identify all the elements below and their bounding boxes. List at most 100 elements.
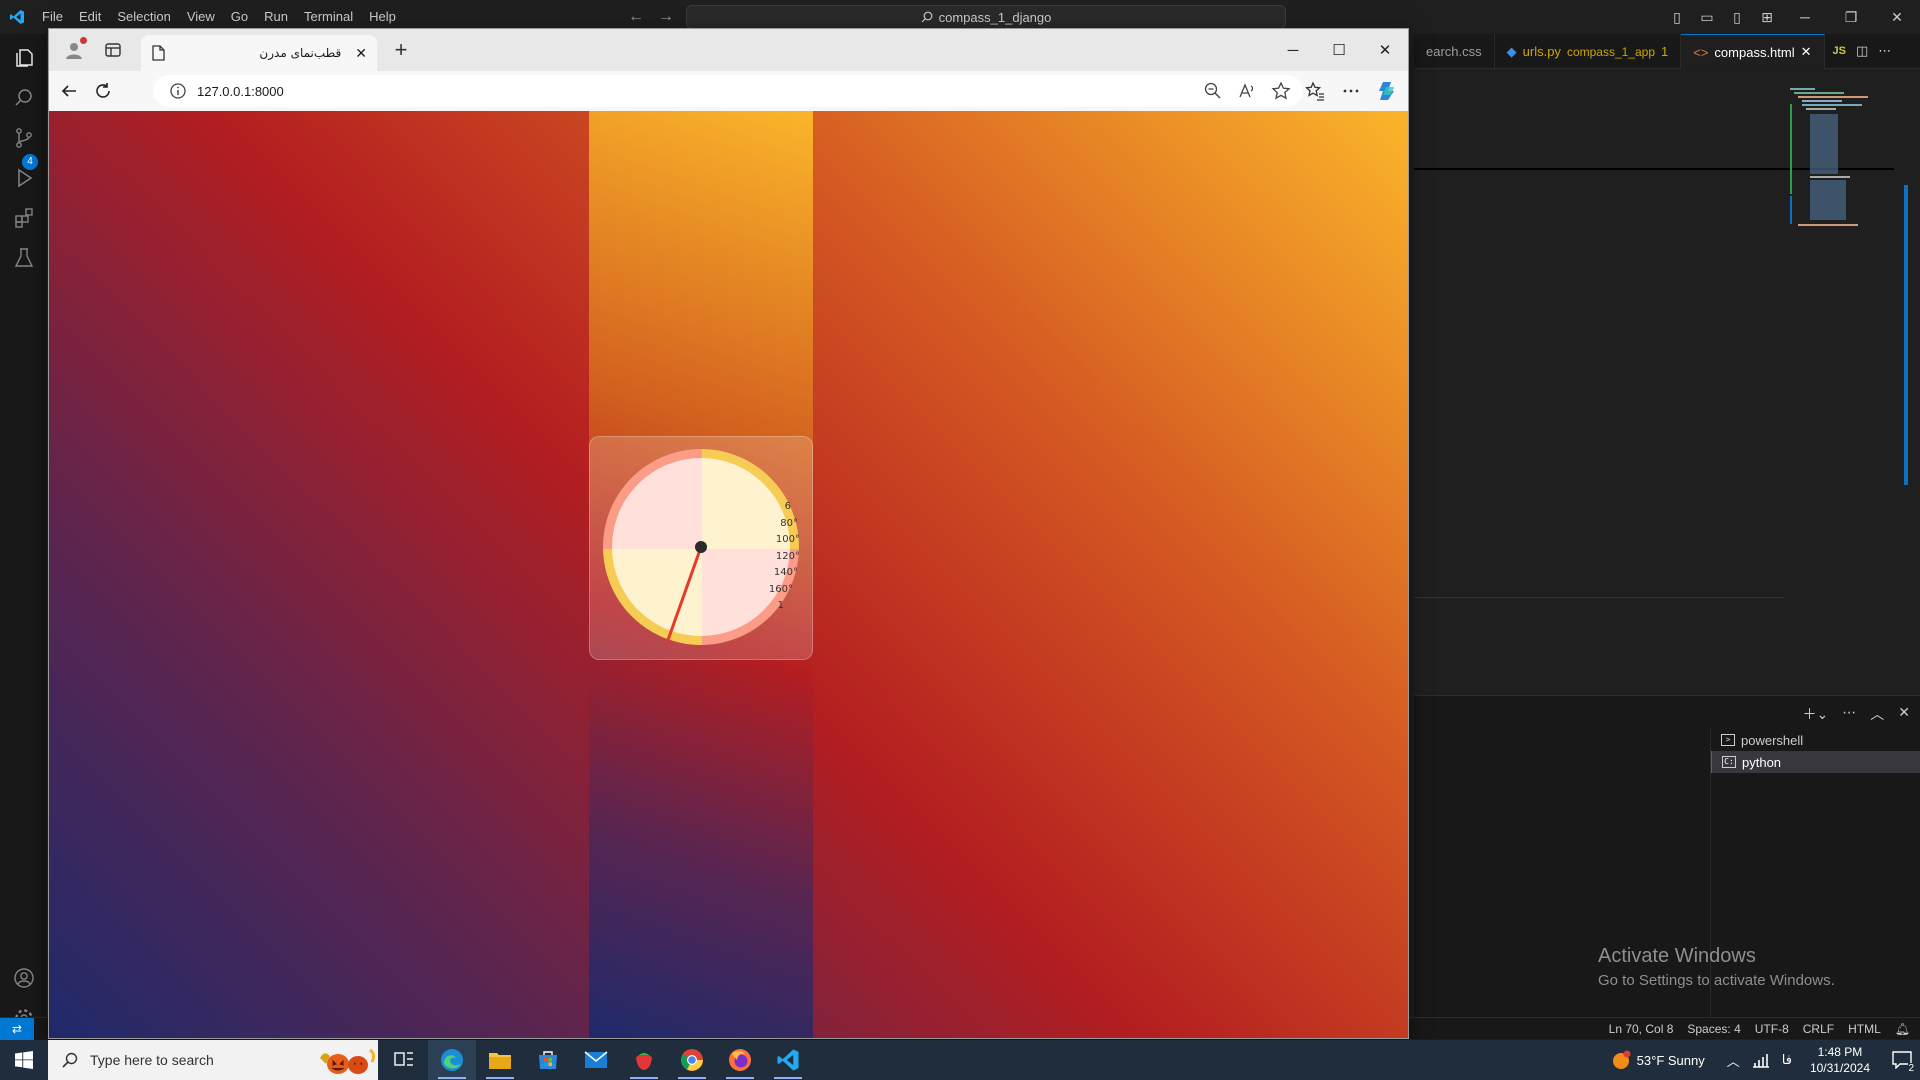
tab-compass-html[interactable]: <> compass.html ✕ — [1681, 34, 1825, 69]
taskbar-search[interactable]: Type here to search — [48, 1040, 378, 1080]
chrome-icon[interactable] — [668, 1040, 716, 1080]
restore-button[interactable]: ❐ — [1828, 9, 1874, 26]
mail-icon[interactable] — [572, 1040, 620, 1080]
minimize-button[interactable]: ─ — [1270, 29, 1316, 71]
more-options-icon[interactable] — [1340, 80, 1362, 102]
status-encoding[interactable]: UTF-8 — [1755, 1022, 1789, 1036]
task-view-icon[interactable] — [380, 1040, 428, 1080]
show-hidden-icons[interactable]: ︿ — [1727, 1051, 1740, 1070]
strawberry-app-icon[interactable] — [620, 1040, 668, 1080]
toggle-panel-icon[interactable]: ▭ — [1692, 9, 1722, 26]
browser-window: قطب‌نمای مدرن ✕ + ─ ☐ ✕ 127.0.0.1:8000 — [48, 28, 1409, 1039]
tab-label: earch.css — [1426, 44, 1482, 59]
more-actions-icon[interactable]: ⋯ — [1878, 43, 1891, 59]
customize-layout-icon[interactable]: ⊞ — [1752, 9, 1782, 26]
copilot-icon[interactable] — [1376, 79, 1400, 103]
status-items: Ln 70, Col 8 Spaces: 4 UTF-8 CRLF HTML 🔔… — [1609, 1018, 1910, 1040]
site-info-icon[interactable] — [169, 82, 187, 100]
command-center[interactable]: compass_1_django — [686, 5, 1286, 29]
notifications-bell-icon[interactable]: 🔔︎ — [1895, 1022, 1910, 1036]
address-bar[interactable]: 127.0.0.1:8000 — [153, 75, 1303, 107]
overview-ruler[interactable] — [1904, 185, 1908, 485]
start-button[interactable] — [0, 1040, 48, 1080]
editor-tabs: earch.css ◆ urls.py compass_1_app 1 <> c… — [1414, 34, 1920, 69]
profile-avatar-icon[interactable] — [63, 37, 87, 61]
close-window-button[interactable]: ✕ — [1362, 29, 1408, 71]
maximize-panel-icon[interactable]: ︿ — [1870, 704, 1884, 724]
forward-arrow-icon[interactable]: → — [658, 8, 674, 26]
extensions-icon[interactable] — [10, 204, 38, 232]
input-language[interactable]: فا — [1782, 1052, 1792, 1068]
firefox-icon[interactable] — [716, 1040, 764, 1080]
terminal-icon: > — [1721, 734, 1735, 746]
status-indentation[interactable]: Spaces: 4 — [1687, 1022, 1740, 1036]
minimap[interactable] — [1790, 88, 1880, 238]
titlebar-controls: ▯ ▭ ▯ ⊞ ─ ❐ ✕ — [1662, 0, 1920, 34]
source-control-icon[interactable] — [10, 124, 38, 152]
tab-label: compass.html — [1714, 44, 1795, 60]
read-aloud-icon[interactable] — [1237, 81, 1257, 101]
split-editor-icon[interactable]: ◫ — [1856, 43, 1868, 59]
url-text: 127.0.0.1:8000 — [197, 83, 284, 99]
vscode-app-icon[interactable] — [764, 1040, 812, 1080]
activate-subtitle: Go to Settings to activate Windows. — [1598, 972, 1835, 989]
profile-notification-dot — [80, 37, 87, 44]
toggle-primary-sidebar-icon[interactable]: ▯ — [1662, 9, 1692, 26]
close-tab-icon[interactable]: ✕ — [355, 45, 367, 62]
status-cursor-position[interactable]: Ln 70, Col 8 — [1609, 1022, 1674, 1036]
compass-degree-label: 160° — [769, 584, 793, 595]
clock-date: 10/31/2024 — [1809, 1061, 1870, 1075]
terminal-label: python — [1742, 754, 1782, 770]
tab-search-css[interactable]: earch.css — [1414, 34, 1495, 69]
refresh-button[interactable] — [91, 79, 115, 103]
notification-center-icon[interactable]: 2 — [1884, 1040, 1920, 1080]
tab-actions-icon[interactable] — [103, 40, 123, 60]
weather-widget[interactable]: 53°F Sunny — [1611, 1050, 1705, 1070]
close-panel-icon[interactable]: ✕ — [1898, 704, 1910, 724]
clock[interactable]: 1:48 PM 10/31/2024 — [1810, 1044, 1870, 1076]
search-icon[interactable] — [10, 84, 38, 112]
notification-count: 2 — [1908, 1063, 1914, 1074]
windows-taskbar: Type here to search 53°F Sunny ︿ فا 1:48… — [0, 1040, 1920, 1080]
run-debug-icon[interactable] — [10, 164, 38, 192]
new-tab-button[interactable]: + — [389, 39, 413, 63]
back-arrow-icon[interactable]: ← — [628, 8, 644, 26]
browser-tools — [1304, 79, 1400, 103]
terminal-item-powershell[interactable]: > powershell — [1711, 729, 1920, 751]
maximize-button[interactable]: ☐ — [1316, 29, 1362, 71]
toggle-secondary-sidebar-icon[interactable]: ▯ — [1722, 9, 1752, 26]
edge-app-icon[interactable] — [428, 1040, 476, 1080]
network-icon[interactable] — [1752, 1052, 1770, 1068]
status-eol[interactable]: CRLF — [1803, 1022, 1834, 1036]
panel-actions: ＋⌄ ⋯ ︿ ✕ — [1803, 704, 1910, 724]
js-debug-badge[interactable]: JS — [1833, 45, 1846, 57]
favorites-icon[interactable] — [1304, 80, 1326, 102]
close-tab-icon[interactable]: ✕ — [1801, 44, 1812, 60]
search-icon — [62, 1052, 78, 1068]
editor-divider — [1414, 597, 1784, 598]
terminal-item-python[interactable]: C: python — [1711, 751, 1920, 773]
file-explorer-icon[interactable] — [476, 1040, 524, 1080]
minimize-button[interactable]: ─ — [1782, 9, 1828, 25]
browser-tab-active[interactable]: قطب‌نمای مدرن ✕ — [141, 35, 377, 71]
favorite-star-icon[interactable] — [1271, 81, 1291, 101]
zoom-out-icon[interactable] — [1203, 81, 1223, 101]
new-terminal-icon[interactable]: ＋⌄ — [1803, 704, 1829, 724]
tab-urls-py[interactable]: ◆ urls.py compass_1_app 1 — [1495, 34, 1682, 69]
microsoft-store-icon[interactable] — [524, 1040, 572, 1080]
compass-degree-label: 1 — [778, 600, 784, 611]
more-actions-icon[interactable]: ⋯ — [1842, 704, 1856, 724]
compass-degree-label: 120° — [776, 551, 800, 562]
editor-actions: JS ◫ ⋯ — [1825, 34, 1892, 68]
compass-degree-label: 80° — [780, 518, 798, 529]
remote-indicator-icon[interactable]: ⇄ — [0, 1018, 34, 1040]
explorer-icon[interactable] — [10, 44, 38, 72]
accounts-icon[interactable] — [10, 964, 38, 992]
testing-icon[interactable] — [10, 244, 38, 272]
status-language[interactable]: HTML — [1848, 1022, 1881, 1036]
back-button[interactable] — [57, 79, 81, 103]
page-viewport: 6 80° 100° 120° 140° 160° 1 — [49, 111, 1408, 1038]
clock-time: 1:48 PM — [1817, 1045, 1863, 1059]
tab-folder-hint: compass_1_app — [1566, 44, 1655, 59]
close-window-button[interactable]: ✕ — [1874, 9, 1920, 26]
